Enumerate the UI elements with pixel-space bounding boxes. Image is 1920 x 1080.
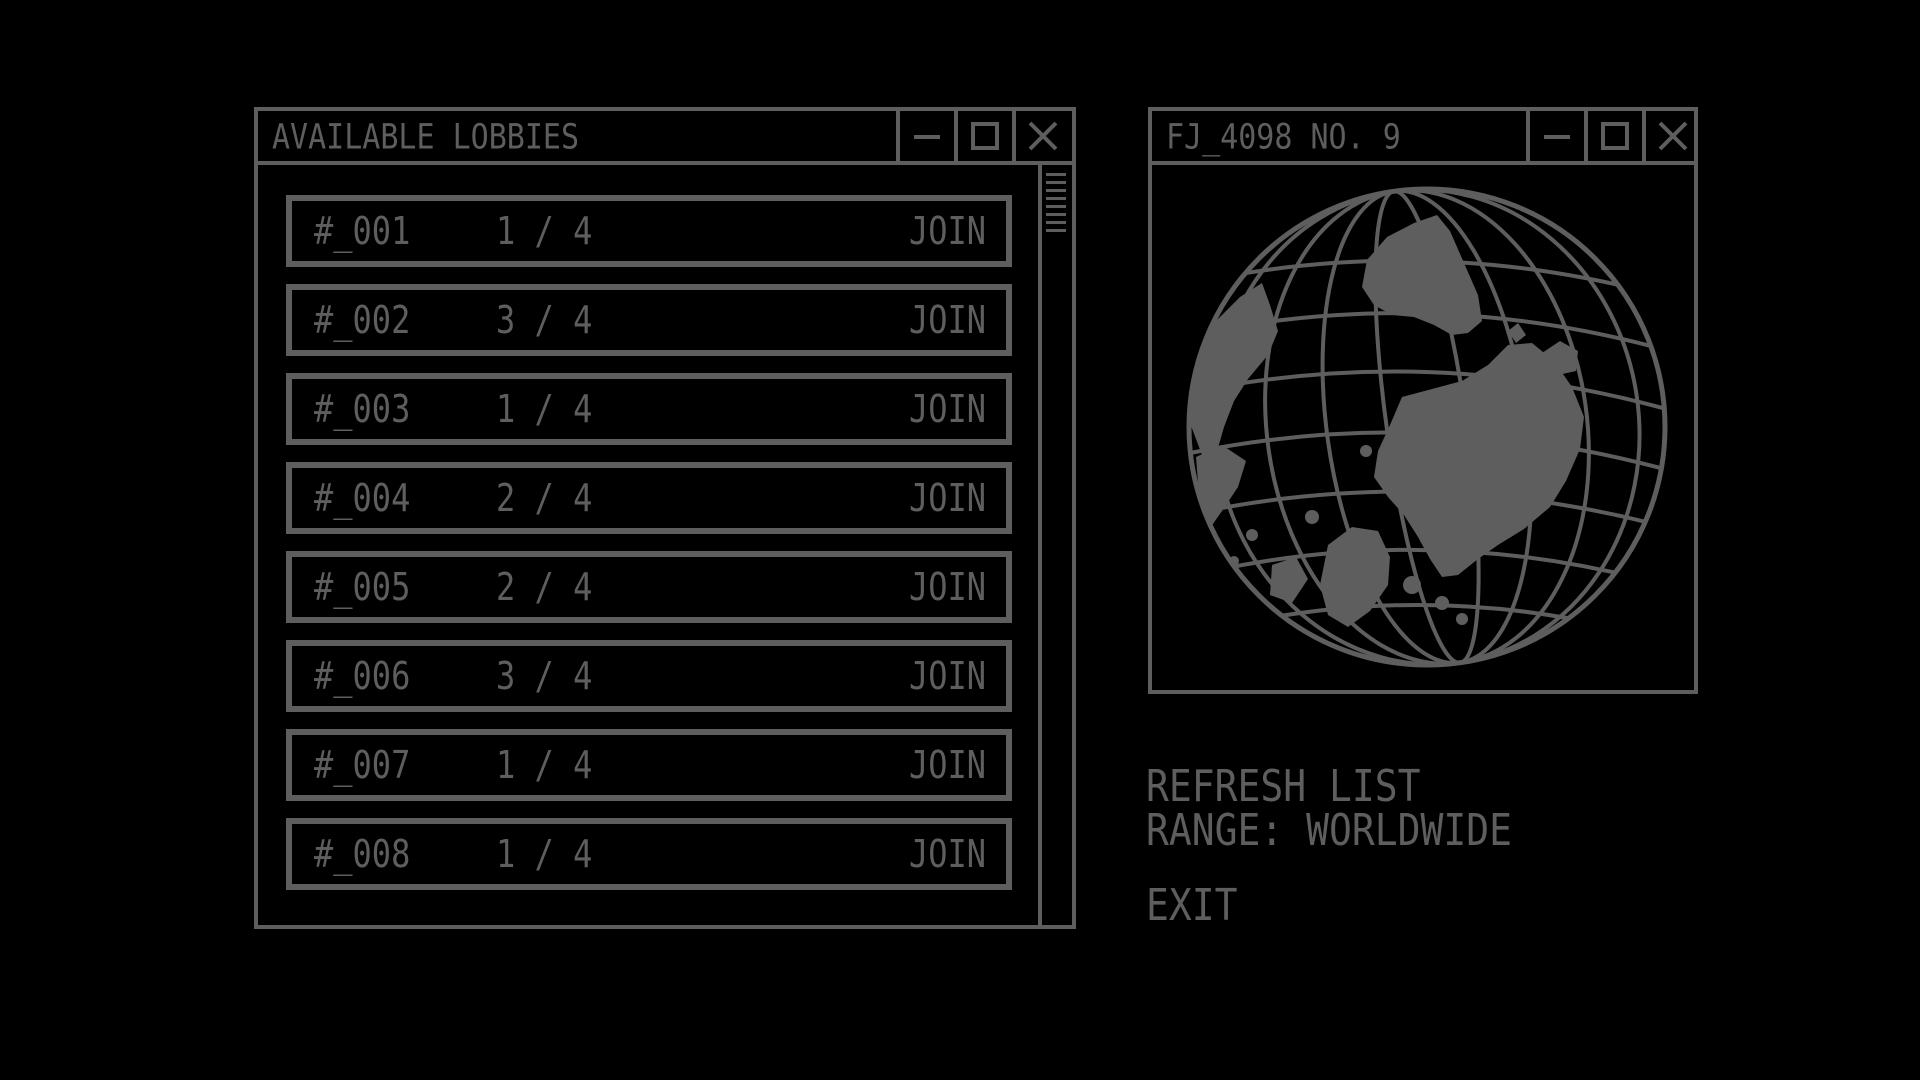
lobby-row[interactable]: #_004 2 / 4 JOIN xyxy=(286,462,1012,534)
maximize-icon xyxy=(971,122,999,150)
lobby-player-count: 3 / 4 xyxy=(496,297,593,343)
lobby-id: #_001 xyxy=(314,208,411,254)
globe-window-title: FJ_4098 NO. 9 xyxy=(1166,117,1401,158)
lobby-row[interactable]: #_008 1 / 4 JOIN xyxy=(286,818,1012,890)
join-button[interactable]: JOIN xyxy=(909,195,986,267)
lobbies-window-title: AVAILABLE LOBBIES xyxy=(272,117,580,158)
lobby-player-count: 1 / 4 xyxy=(496,386,593,432)
minimize-button[interactable] xyxy=(896,111,954,161)
lobby-row[interactable]: #_002 3 / 4 JOIN xyxy=(286,284,1012,356)
lobby-player-count: 2 / 4 xyxy=(496,564,593,610)
lobby-id: #_005 xyxy=(314,564,411,610)
lobby-list: #_001 1 / 4 JOIN #_002 3 / 4 JOIN #_003 … xyxy=(258,165,1038,925)
lobby-row[interactable]: #_003 1 / 4 JOIN xyxy=(286,373,1012,445)
lobby-player-count: 3 / 4 xyxy=(496,653,593,699)
lobby-row[interactable]: #_007 1 / 4 JOIN xyxy=(286,729,1012,801)
lobby-row[interactable]: #_001 1 / 4 JOIN xyxy=(286,195,1012,267)
join-button[interactable]: JOIN xyxy=(909,729,986,801)
lobby-id: #_006 xyxy=(314,653,411,699)
maximize-button[interactable] xyxy=(954,111,1012,161)
scrollbar-track[interactable] xyxy=(1038,165,1042,925)
close-button[interactable] xyxy=(1012,111,1070,161)
range-selector[interactable]: RANGE: WORLDWIDE xyxy=(1146,805,1512,856)
lobby-id: #_007 xyxy=(314,742,411,788)
globe-view xyxy=(1152,165,1694,690)
close-button[interactable] xyxy=(1642,111,1700,161)
lobby-id: #_003 xyxy=(314,386,411,432)
exit-button[interactable]: EXIT xyxy=(1146,880,1238,931)
lobby-player-count: 1 / 4 xyxy=(496,742,593,788)
scrollbar-thumb[interactable] xyxy=(1046,173,1066,235)
join-button[interactable]: JOIN xyxy=(909,373,986,445)
lobby-player-count: 2 / 4 xyxy=(496,475,593,521)
lobby-player-count: 1 / 4 xyxy=(496,208,593,254)
lobby-id: #_004 xyxy=(314,475,411,521)
lobby-id: #_008 xyxy=(314,831,411,877)
join-button[interactable]: JOIN xyxy=(909,462,986,534)
globe-titlebar[interactable]: FJ_4098 NO. 9 xyxy=(1152,111,1694,165)
grip-icon xyxy=(1046,173,1066,232)
close-icon xyxy=(1028,121,1058,151)
join-button[interactable]: JOIN xyxy=(909,818,986,890)
join-button[interactable]: JOIN xyxy=(909,640,986,712)
lobby-row[interactable]: #_006 3 / 4 JOIN xyxy=(286,640,1012,712)
maximize-button[interactable] xyxy=(1584,111,1642,161)
lobbies-titlebar[interactable]: AVAILABLE LOBBIES xyxy=(258,111,1072,165)
minimize-icon xyxy=(914,135,940,139)
globe-window: FJ_4098 NO. 9 xyxy=(1148,107,1698,694)
join-button[interactable]: JOIN xyxy=(909,551,986,623)
minimize-button[interactable] xyxy=(1526,111,1584,161)
lobby-player-count: 1 / 4 xyxy=(496,831,593,877)
join-button[interactable]: JOIN xyxy=(909,284,986,356)
lobbies-window: AVAILABLE LOBBIES #_001 1 / 4 JOIN #_002… xyxy=(254,107,1076,929)
maximize-icon xyxy=(1601,122,1629,150)
globe-icon xyxy=(1186,186,1668,668)
lobby-id: #_002 xyxy=(314,297,411,343)
close-icon xyxy=(1658,121,1688,151)
lobby-row[interactable]: #_005 2 / 4 JOIN xyxy=(286,551,1012,623)
minimize-icon xyxy=(1544,135,1570,139)
